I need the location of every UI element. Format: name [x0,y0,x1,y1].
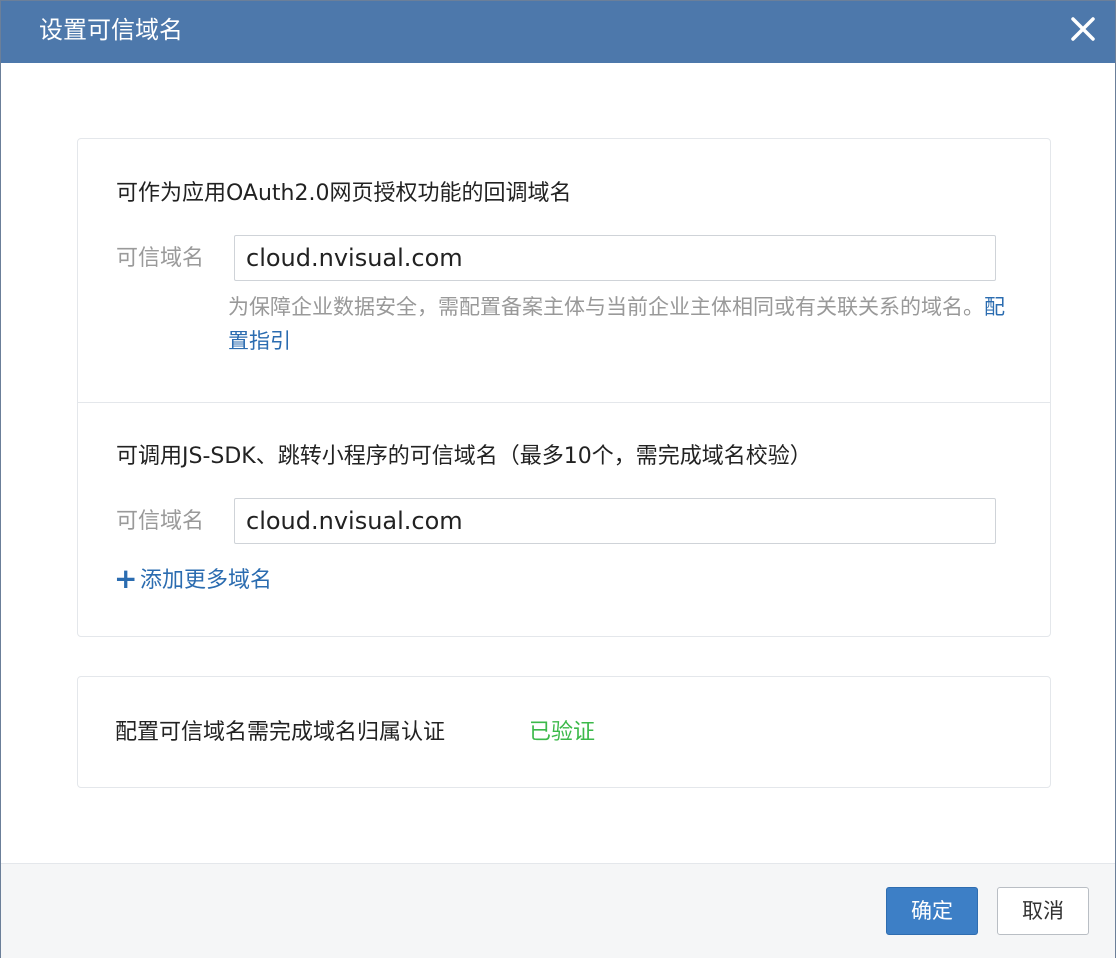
add-more-label: 添加更多域名 [140,568,273,593]
jssdk-section-title: 可调用JS-SDK、跳转小程序的可信域名（最多10个，需完成域名校验） [116,444,812,469]
dialog-title-bar: 设置可信域名 [1,1,1115,63]
cancel-button[interactable]: 取消 [997,887,1089,935]
close-button[interactable] [1065,11,1101,47]
jssdk-domain-label: 可信域名 [116,509,205,534]
oauth-hint-text: 为保障企业数据安全，需配置备案主体与当前企业主体相同或有关联关系的域名。 [228,295,984,319]
confirm-button[interactable]: 确定 [886,887,978,935]
jssdk-domain-input[interactable] [234,498,996,544]
close-icon [1071,17,1095,41]
oauth-domain-label: 可信域名 [116,246,205,271]
add-more-domains-link[interactable]: + 添加更多域名 [114,564,272,596]
dialog-title: 设置可信域名 [39,16,183,44]
dialog-footer: 确定 取消 [1,863,1115,958]
domain-settings-card: 可作为应用OAuth2.0网页授权功能的回调域名 可信域名 为保障企业数据安全，… [77,138,1051,637]
oauth-section-title: 可作为应用OAuth2.0网页授权功能的回调域名 [116,181,572,206]
plus-icon: + [114,562,138,595]
trusted-domain-dialog: 设置可信域名 可作为应用OAuth2.0网页授权功能的回调域名 可信域名 为保障… [0,0,1116,958]
verification-status: 已验证 [529,720,596,745]
section-divider [78,402,1050,403]
verification-text: 配置可信域名需完成域名归属认证 [115,720,446,745]
verification-card: 配置可信域名需完成域名归属认证 已验证 [77,676,1051,788]
oauth-domain-hint: 为保障企业数据安全，需配置备案主体与当前企业主体相同或有关联关系的域名。配置指引 [228,290,1008,358]
oauth-domain-input[interactable] [234,235,996,281]
